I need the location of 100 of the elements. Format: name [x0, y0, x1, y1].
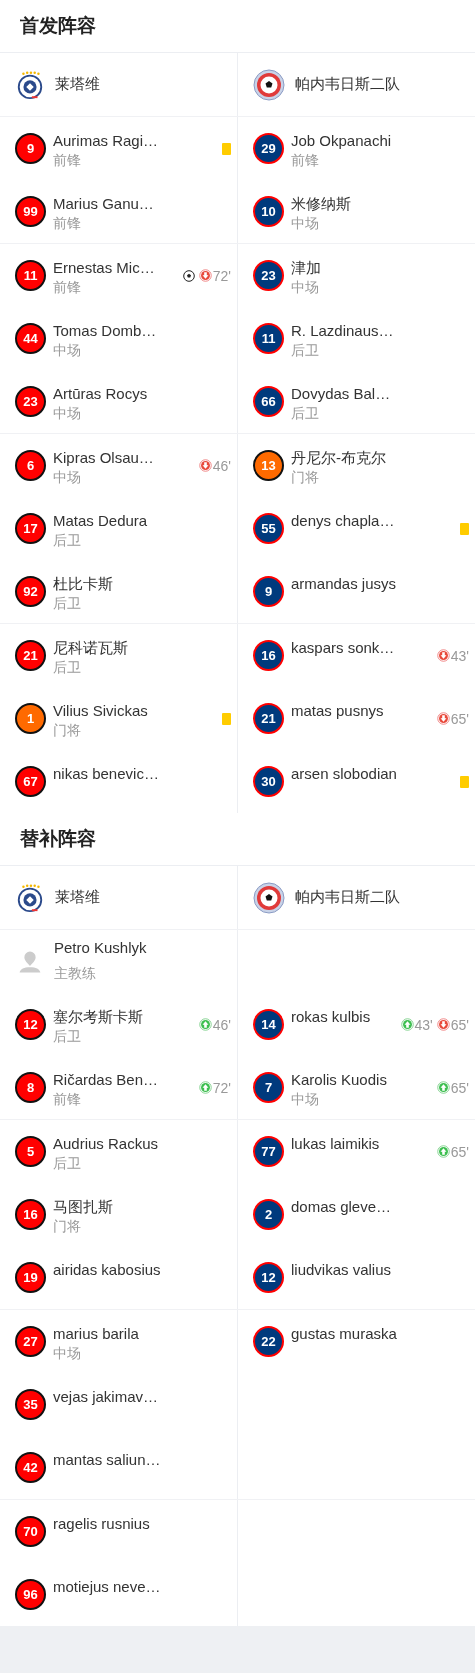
substitution-minute: 72' — [212, 1079, 231, 1096]
club-crest-icon — [15, 882, 45, 913]
shirt-number: 29 — [253, 133, 284, 164]
player-name[interactable]: 米修纳斯 — [291, 194, 469, 213]
shirt-number: 66 — [253, 386, 284, 417]
player-name[interactable]: armandas jusys — [291, 574, 469, 593]
player-name[interactable]: domas gleve… — [291, 1197, 469, 1216]
player-name[interactable]: vejas jakimav… — [53, 1387, 231, 1406]
player-position: 前锋 — [53, 1090, 82, 1109]
player-name[interactable]: liudvikas valius — [291, 1260, 469, 1279]
player-name[interactable]: lukas laimikis — [291, 1134, 437, 1153]
player-name[interactable]: airidas kabosius — [53, 1260, 231, 1279]
player-position: 中场 — [53, 341, 82, 360]
booking-card-icon — [460, 775, 469, 788]
player-name[interactable]: Karolis Kuodis — [291, 1070, 437, 1089]
player-name[interactable]: 津加 — [291, 258, 469, 277]
down-arrow-icon — [436, 649, 450, 662]
substitution-minute: 43' — [450, 647, 469, 664]
shirt-number: 92 — [15, 576, 46, 607]
substitution-minute: 65' — [450, 710, 469, 727]
player-name[interactable]: 杜比卡斯 — [53, 574, 231, 593]
player-name[interactable]: matas pusnys — [291, 701, 437, 720]
shirt-number: 1 — [15, 703, 46, 734]
booking-card-icon — [222, 142, 231, 155]
player-name[interactable]: 马图扎斯 — [53, 1197, 231, 1216]
player-name[interactable]: Aurimas Ragi… — [53, 131, 222, 150]
shirt-number: 5 — [15, 1136, 46, 1167]
soccer-ball-icon — [182, 269, 195, 282]
player-name[interactable]: Ričardas Ben… — [53, 1070, 199, 1089]
shirt-number: 23 — [15, 386, 46, 417]
shirt-number: 55 — [253, 513, 284, 544]
player-position: 中场 — [53, 1344, 82, 1363]
substitution-minute: 46' — [212, 1016, 231, 1033]
up-arrow-icon — [436, 1081, 450, 1094]
player-name[interactable]: 塞尔考斯卡斯 — [53, 1007, 199, 1026]
player-name[interactable]: mantas saliun… — [53, 1450, 231, 1469]
shirt-number: 70 — [15, 1516, 46, 1547]
section-title: 替补阵容 — [0, 813, 475, 866]
player-position: 前锋 — [53, 151, 82, 170]
shirt-number: 30 — [253, 766, 284, 797]
player-name[interactable]: kaspars sonk… — [291, 638, 437, 657]
substitution-minute: 65' — [450, 1143, 469, 1160]
shirt-number: 7 — [253, 1072, 284, 1103]
player-name[interactable]: denys chapla… — [291, 511, 460, 530]
player-name[interactable]: Marius Ganu… — [53, 194, 231, 213]
club-crest-icon — [253, 881, 285, 914]
player-name[interactable]: rokas kulbis — [291, 1007, 401, 1026]
player-name[interactable]: R. Lazdinaus… — [291, 321, 469, 340]
player-position: 后卫 — [53, 1027, 82, 1046]
shirt-number: 35 — [15, 1389, 46, 1420]
player-position: 后卫 — [53, 594, 82, 613]
player-name[interactable]: Matas Dedura — [53, 511, 231, 530]
shirt-number: 12 — [15, 1009, 46, 1040]
player-name[interactable]: Tomas Domb… — [53, 321, 231, 340]
player-position: 前锋 — [53, 214, 82, 233]
player-position: 前锋 — [291, 151, 320, 170]
player-position: 门将 — [53, 721, 82, 740]
player-name[interactable]: Dovydas Bal… — [291, 384, 469, 403]
shirt-number: 11 — [253, 323, 284, 354]
player-name[interactable]: 丹尼尔-布克尔 — [291, 448, 469, 467]
substitution-minute: 65' — [450, 1016, 469, 1033]
shirt-number: 8 — [15, 1072, 46, 1103]
down-arrow-icon — [436, 1018, 450, 1031]
shirt-number: 77 — [253, 1136, 284, 1167]
player-name[interactable]: marius barila — [53, 1324, 231, 1343]
player-name[interactable]: motiejus neve… — [53, 1577, 231, 1596]
shirt-number: 44 — [15, 323, 46, 354]
shirt-number: 27 — [15, 1326, 46, 1357]
shirt-number: 23 — [253, 260, 284, 291]
shirt-number: 13 — [253, 450, 284, 481]
player-name[interactable]: Kipras Olsau… — [53, 448, 199, 467]
player-position: 中场 — [291, 1090, 320, 1109]
down-arrow-icon — [436, 712, 450, 725]
player-name[interactable]: Ernestas Mic… — [53, 258, 183, 277]
booking-card-icon — [460, 522, 469, 535]
player-position: 后卫 — [291, 404, 320, 423]
shirt-number: 11 — [15, 260, 46, 291]
shirt-number: 21 — [15, 640, 46, 671]
player-position: 后卫 — [291, 341, 320, 360]
substitution-minute: 46' — [212, 457, 231, 474]
shirt-number: 14 — [253, 1009, 284, 1040]
shirt-number: 19 — [15, 1262, 46, 1293]
player-name[interactable]: nikas benevic… — [53, 764, 231, 783]
substitution-minute: 65' — [450, 1079, 469, 1096]
player-position: 中场 — [291, 214, 320, 233]
player-name[interactable]: Artūras Rocys — [53, 384, 231, 403]
player-name[interactable]: ragelis rusnius — [53, 1514, 231, 1533]
player-position: 中场 — [53, 404, 82, 423]
player-position: 门将 — [53, 1217, 82, 1236]
player-name[interactable]: 尼科诺瓦斯 — [53, 638, 231, 657]
shirt-number: 99 — [15, 196, 46, 227]
player-name[interactable]: Audrius Rackus — [53, 1134, 231, 1153]
player-position: 中场 — [291, 278, 320, 297]
player-name[interactable]: Job Okpanachi — [291, 131, 469, 150]
shirt-number: 9 — [15, 133, 46, 164]
player-name[interactable]: Vilius Sivickas — [53, 701, 222, 720]
player-name[interactable]: Petro Kushlyk — [54, 938, 231, 957]
player-name[interactable]: gustas muraska — [291, 1324, 469, 1343]
player-name[interactable]: arsen slobodian — [291, 764, 460, 783]
player-position: 后卫 — [53, 531, 82, 550]
